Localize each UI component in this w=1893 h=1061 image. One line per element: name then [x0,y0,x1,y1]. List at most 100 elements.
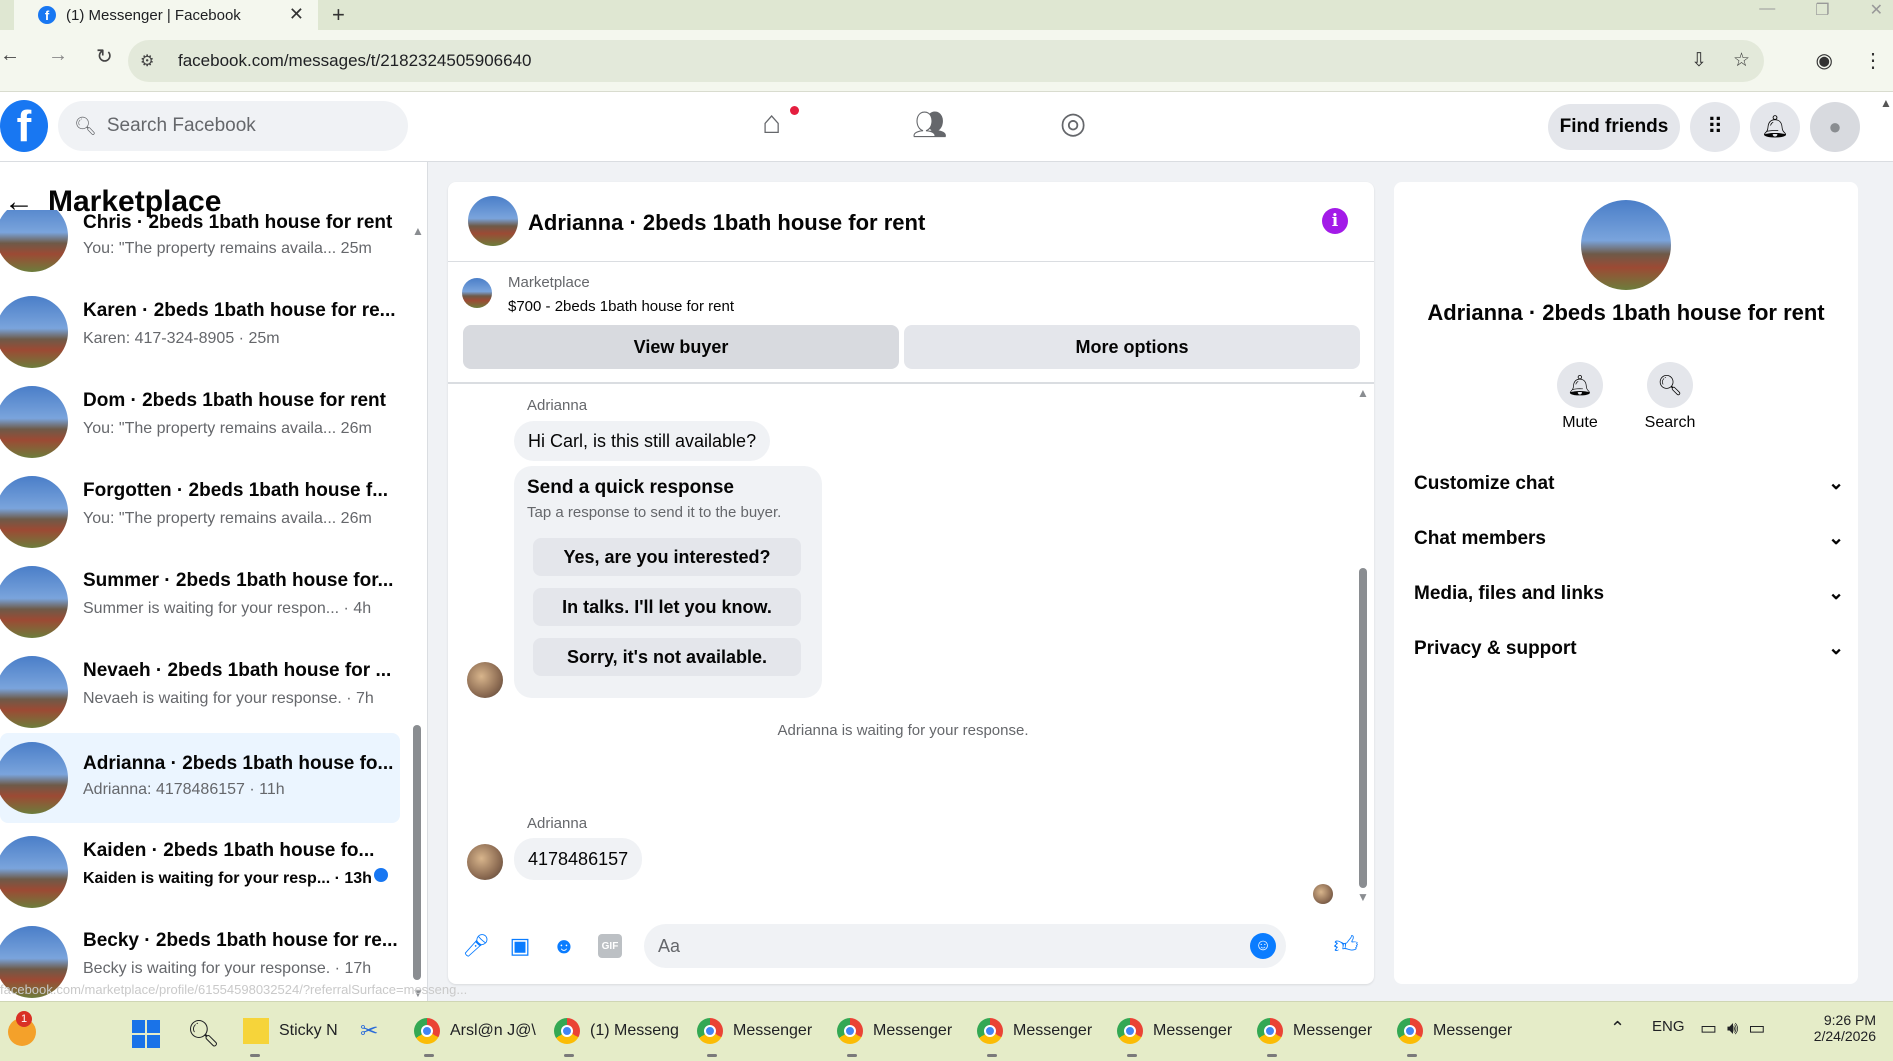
sticky-notes-icon [243,1018,269,1044]
running-indicator [847,1054,857,1057]
message-bubble[interactable]: 4178486157 [514,838,643,880]
customize-chat-row[interactable]: Customize chat ⌄ [1414,472,1844,495]
list-item[interactable]: Forgotten · 2beds 1bath house f... You: … [0,470,400,558]
microphone-icon[interactable]: 🎤︎ [462,933,490,958]
chat-members-row[interactable]: Chat members ⌄ [1414,527,1844,550]
message-bubble[interactable]: Hi Carl, is this still available? [514,421,771,461]
windows-start-icon[interactable] [132,1020,160,1048]
home-icon[interactable]: ⌂ [762,104,799,141]
tray-icons[interactable]: ▭ 🔊︎ ▭ [1700,1018,1765,1039]
browser-tab[interactable]: f (1) Messenger | Facebook ✕ [14,0,318,30]
restore-icon[interactable]: ❐ [1815,0,1829,20]
taskbar-sticky-notes[interactable]: Sticky N [243,1018,338,1044]
clock[interactable]: 9:26 PM 2/24/2026 [1800,1012,1876,1044]
quick-reply-button[interactable]: Sorry, it's not available. [533,638,801,676]
taskbar-chrome-item[interactable]: Messenger [1397,1018,1512,1044]
list-item[interactable]: Dom · 2beds 1bath house for rent You: "T… [0,380,400,468]
list-item[interactable]: Karen · 2beds 1bath house for re... Kare… [0,290,400,378]
conversation-title: Dom · 2beds 1bath house for rent [83,390,386,411]
friends-icon[interactable]: 👥︎ [912,108,948,141]
sender-avatar[interactable] [467,662,503,698]
profile-icon[interactable]: ◉ [1816,48,1833,73]
sender-name: Adrianna [527,815,588,832]
taskbar-chrome-item[interactable]: Messenger [697,1018,812,1044]
bookmark-star-icon[interactable]: ☆ [1733,49,1750,72]
groups-icon[interactable]: ◎ [1060,106,1086,141]
running-indicator [250,1054,260,1057]
list-item-selected[interactable]: Adrianna · 2beds 1bath house fo... Adria… [0,733,400,823]
media-files-row[interactable]: Media, files and links ⌄ [1414,582,1844,605]
left-scrollbar[interactable] [413,725,421,980]
close-tab-icon[interactable]: ✕ [289,4,304,25]
scroll-down-arrow[interactable]: ▼ [1357,890,1369,904]
list-item[interactable]: Kaiden · 2beds 1bath house fo... Kaiden … [0,830,400,918]
chrome-icon [554,1018,580,1044]
view-buyer-button[interactable]: View buyer [463,325,899,369]
taskbar-chrome-item[interactable]: (1) Messeng [554,1018,679,1044]
thumbs-up-icon[interactable]: 👍︎ [1333,932,1358,959]
search-icon[interactable]: 🔍︎ [1647,362,1693,408]
taskbar-chrome-item[interactable]: Messenger [1257,1018,1372,1044]
list-item[interactable]: Summer · 2beds 1bath house for... Summer… [0,560,400,648]
conversation-snippet: Nevaeh is waiting for your response. · 7… [83,690,374,707]
conversation-title: Summer · 2beds 1bath house for... [83,570,394,591]
taskbar-chrome-item[interactable]: Messenger [1117,1018,1232,1044]
photo-icon[interactable]: ▣ [508,933,532,958]
quick-reply-button[interactable]: Yes, are you interested? [533,538,801,576]
snipping-tool-icon[interactable]: ✂ [360,1018,378,1044]
taskbar-label: Messenger [733,1022,813,1039]
chrome-icon [837,1018,863,1044]
taskbar-chrome-item[interactable]: Messenger [837,1018,952,1044]
seen-receipt-avatar [1313,884,1333,904]
listing-thumbnail [0,386,68,458]
facebook-logo-icon[interactable]: f [0,100,48,152]
listing-label: Marketplace [508,274,590,291]
conversation-title: Becky · 2beds 1bath house for re... [83,930,398,951]
notifications-bell-icon[interactable]: 🔔︎ [1750,102,1800,152]
find-friends-button[interactable]: Find friends [1548,104,1680,150]
listing-thumbnail [0,742,68,814]
browser-actions: ◉ ⋮ [1816,48,1883,73]
menu-grid-icon[interactable]: ⠿ [1690,102,1740,152]
site-info-icon[interactable]: ⚙ [140,51,162,71]
sticker-icon[interactable]: ☻ [552,933,576,958]
search-input[interactable]: 🔍︎ Search Facebook [58,101,408,151]
profile-avatar[interactable] [1581,200,1671,290]
scroll-up-arrow[interactable]: ▲ [412,224,424,238]
emoji-icon[interactable]: ☺ [1250,933,1276,959]
mute-bell-icon[interactable]: 🔔︎ [1557,362,1603,408]
back-icon[interactable]: ← [0,44,20,69]
gif-icon[interactable]: GIF [598,934,622,958]
chevron-down-icon: ⌄ [1828,528,1844,549]
menu-kebab-icon[interactable]: ⋮ [1863,48,1883,73]
reload-icon[interactable]: ↻ [96,44,113,69]
message-input[interactable]: Aa ☺ [644,924,1286,968]
forward-icon[interactable]: → [48,44,68,69]
row-label: Privacy & support [1414,637,1577,659]
avatar[interactable]: ● [1810,102,1860,152]
install-icon[interactable]: ⇩ [1691,49,1707,72]
chat-avatar[interactable] [468,196,518,246]
minimize-icon[interactable]: — [1759,0,1775,20]
scroll-up-arrow[interactable]: ▲ [1357,386,1369,400]
more-options-button[interactable]: More options [904,325,1360,369]
chat-scrollbar[interactable] [1359,568,1367,888]
new-tab-icon[interactable]: + [332,2,345,28]
language-indicator[interactable]: ENG [1652,1018,1685,1035]
conversation-snippet: You: "The property remains availa... 25m [83,240,372,257]
running-indicator [1267,1054,1277,1057]
taskbar-chrome-item[interactable]: Arsl@n J@\ [414,1018,536,1044]
list-item[interactable]: Chris · 2beds 1bath house for rent You: … [0,210,400,272]
taskbar-label: Sticky N [279,1022,338,1039]
url-bar[interactable]: ⚙ facebook.com/messages/t/21823245059066… [128,40,1764,82]
sender-avatar[interactable] [467,844,503,880]
taskbar-search-icon[interactable]: 🔍︎ [187,1018,220,1049]
taskbar-chrome-item[interactable]: Messenger [977,1018,1092,1044]
list-item[interactable]: Nevaeh · 2beds 1bath house for ... Nevae… [0,650,400,738]
close-window-icon[interactable]: ✕ [1870,0,1883,20]
chevron-up-icon[interactable]: ⌃ [1610,1018,1625,1039]
privacy-support-row[interactable]: Privacy & support ⌄ [1414,637,1844,660]
info-icon[interactable]: i [1322,208,1348,234]
page-scroll-up-arrow[interactable]: ▲ [1880,96,1892,110]
quick-reply-button[interactable]: In talks. I'll let you know. [533,588,801,626]
